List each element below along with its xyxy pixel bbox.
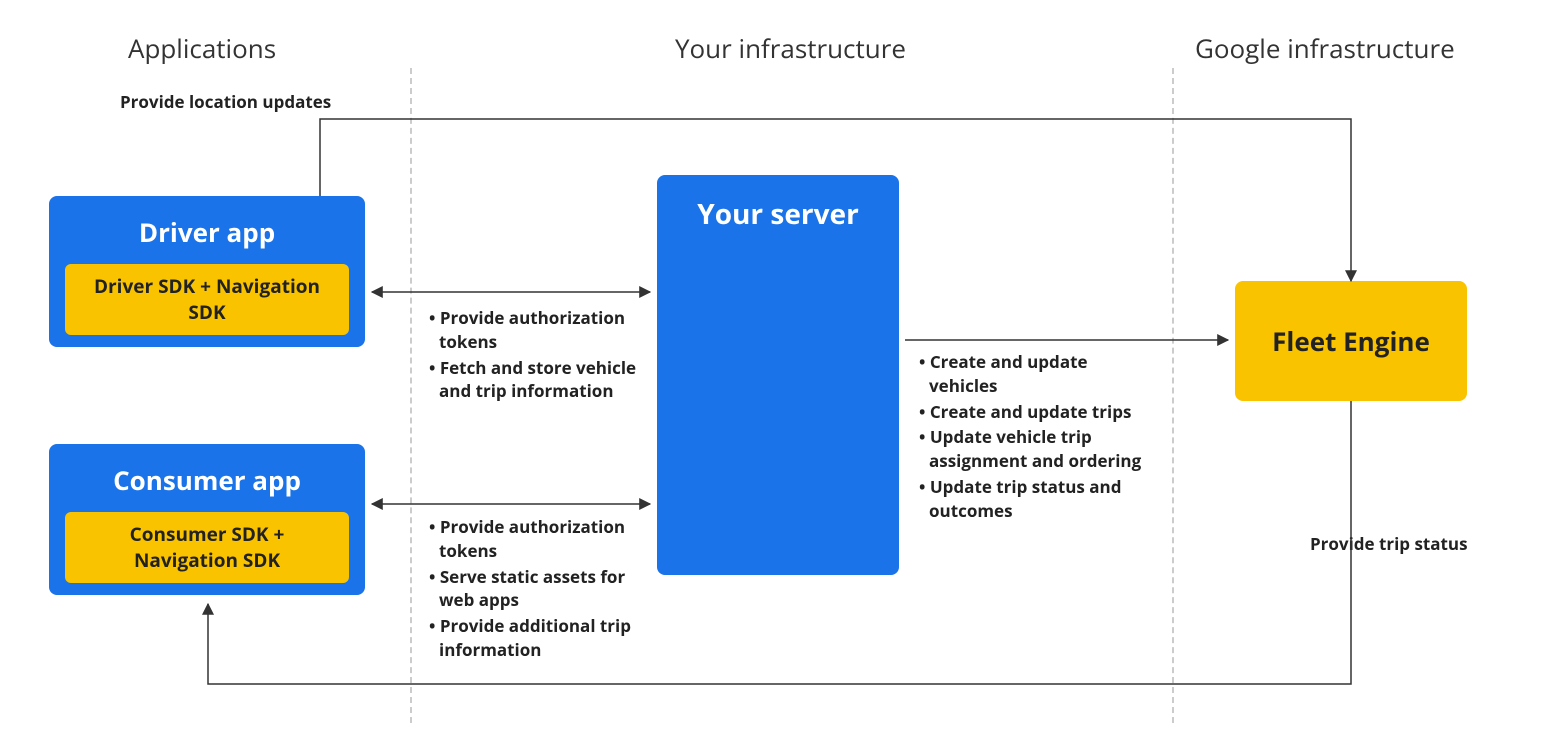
label-location-updates: Provide location updates <box>120 90 331 113</box>
bullet-item: Serve static assets for web apps <box>425 565 645 613</box>
consumer-sdk-box: Consumer SDK + Navigation SDK <box>65 512 349 583</box>
bullet-item: Create and update vehicles <box>915 350 1160 398</box>
bullet-item: Create and update trips <box>915 400 1160 424</box>
bullets-consumer-to-server: Provide authorization tokens Serve stati… <box>425 515 645 664</box>
bullet-item: Update vehicle trip assignment and order… <box>915 425 1160 473</box>
your-server-box: Your server <box>657 175 899 575</box>
bullet-item: Fetch and store vehicle and trip informa… <box>425 356 645 404</box>
fleet-engine-title: Fleet Engine <box>1272 323 1430 359</box>
consumer-app-box: Consumer app Consumer SDK + Navigation S… <box>49 444 365 595</box>
section-google-infra: Google infrastructure <box>1195 30 1455 66</box>
consumer-app-title: Consumer app <box>49 462 365 498</box>
divider-2 <box>1172 68 1174 723</box>
bullet-item: Provide authorization tokens <box>425 515 645 563</box>
section-applications: Applications <box>128 30 276 66</box>
driver-sdk-box: Driver SDK + Navigation SDK <box>65 264 349 335</box>
driver-app-box: Driver app Driver SDK + Navigation SDK <box>49 196 365 347</box>
fleet-engine-box: Fleet Engine <box>1235 281 1467 401</box>
section-your-infra: Your infrastructure <box>675 30 906 66</box>
bullet-item: Update trip status and outcomes <box>915 475 1160 523</box>
bullets-driver-to-server: Provide authorization tokens Fetch and s… <box>425 306 645 405</box>
label-trip-status: Provide trip status <box>1310 532 1468 555</box>
bullets-server-to-fleet: Create and update vehicles Create and up… <box>915 350 1160 525</box>
bullet-item: Provide authorization tokens <box>425 306 645 354</box>
divider-1 <box>410 68 412 723</box>
your-server-title: Your server <box>697 195 859 233</box>
driver-app-title: Driver app <box>49 214 365 250</box>
bullet-item: Provide additional trip information <box>425 614 645 662</box>
